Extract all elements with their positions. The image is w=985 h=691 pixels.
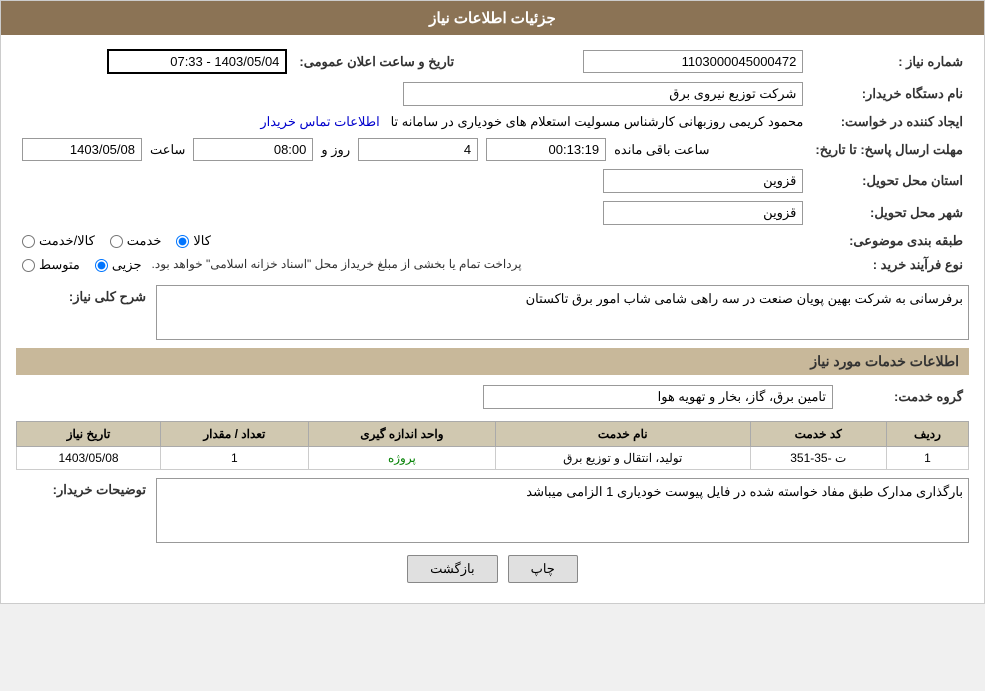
send-day-value: 4 [358,138,478,161]
creator-value: محمود کریمی روزبهانی کارشناس مسولیت استع… [391,114,804,129]
creator-label: ایجاد کننده در خواست: [809,110,969,134]
table-header: ردیف کد خدمت نام خدمت واحد اندازه گیری ت… [17,422,969,447]
row-creator: ایجاد کننده در خواست: محمود کریمی روزبها… [16,110,969,134]
cell-code-0: ت -35-351 [750,447,886,470]
col-date: تاریخ نیاز [17,422,161,447]
purchase-type-jozii[interactable]: جزیی [95,257,142,273]
cell-unit-0: پروژه [308,447,495,470]
send-date-row: 1403/05/08 ساعت 08:00 روز و 4 00:13:19 س… [22,138,803,161]
send-date-label: مهلت ارسال پاسخ: تا تاریخ: [809,134,969,165]
category-label: طبقه بندی موضوعی: [809,229,969,253]
purchase-type-label: نوع فرآیند خرید : [809,253,969,277]
back-button[interactable]: بازگشت [407,555,497,583]
buyer-notes-label: توضیحات خریدار: [16,478,146,498]
city-value: قزوین [603,201,803,225]
announce-value: 1403/05/04 - 07:33 [107,49,287,74]
remaining-value: 00:13:19 [486,138,606,161]
purchase-type-mutavasset[interactable]: متوسط [22,257,80,273]
row-service-group: گروه خدمت: تامین برق، گاز، بخار و تهویه … [16,381,969,413]
col-qty: تعداد / مقدار [161,422,309,447]
service-group-value: تامین برق، گاز، بخار و تهویه هوا [483,385,833,409]
send-day-label: روز و [321,142,350,158]
row-need-number: شماره نیاز : 1103000045000472 تاریخ و سا… [16,45,969,78]
buyer-station-label: نام دستگاه خریدار: [809,78,969,110]
category-option-khedmat[interactable]: خدمت [110,233,162,249]
need-number-value: 1103000045000472 [583,50,803,73]
description-section: شرح کلی نیاز: برفرسانی به شرکت بهین پویا… [16,285,969,340]
services-table: ردیف کد خدمت نام خدمت واحد اندازه گیری ت… [16,421,969,470]
page-title: جزئیات اطلاعات نیاز [429,10,556,27]
page-header: جزئیات اطلاعات نیاز [1,1,984,35]
purchase-type-radio-group: متوسط جزیی [22,257,142,273]
remaining-label: ساعت باقی مانده [614,142,709,158]
service-group-table: گروه خدمت: تامین برق، گاز، بخار و تهویه … [16,381,969,413]
row-city: شهر محل تحویل: قزوین [16,197,969,229]
col-unit: واحد اندازه گیری [308,422,495,447]
service-group-label: گروه خدمت: [839,381,969,413]
table-body: 1 ت -35-351 تولید، انتقال و توزیع برق پر… [17,447,969,470]
main-info-table: شماره نیاز : 1103000045000472 تاریخ و سا… [16,45,969,277]
purchase-type-note: پرداخت تمام یا بخشی از مبلغ خریداز محل "… [152,257,522,271]
cell-row-0: 1 [886,447,968,470]
category-radio-group: کالا/خدمت خدمت کالا [22,233,803,249]
cell-qty-0: 1 [161,447,309,470]
province-label: استان محل تحویل: [809,165,969,197]
button-row: چاپ بازگشت [16,555,969,583]
services-section-header: اطلاعات خدمات مورد نیاز [16,348,969,375]
table-header-row: ردیف کد خدمت نام خدمت واحد اندازه گیری ت… [17,422,969,447]
col-code: کد خدمت [750,422,886,447]
need-number-label: شماره نیاز : [809,45,969,78]
city-label: شهر محل تحویل: [809,197,969,229]
table-row: 1 ت -35-351 تولید، انتقال و توزیع برق پر… [17,447,969,470]
announce-label: تاریخ و ساعت اعلان عمومی: [293,45,474,78]
send-time-value: 08:00 [193,138,313,161]
description-value: برفرسانی به شرکت بهین پویان صنعت در سه ر… [156,285,969,340]
row-purchase-type: نوع فرآیند خرید : متوسط جزیی [16,253,969,277]
row-province: استان محل تحویل: قزوین [16,165,969,197]
send-date-value: 1403/05/08 [22,138,142,161]
province-value: قزوین [603,169,803,193]
row-send-date: مهلت ارسال پاسخ: تا تاریخ: 1403/05/08 سا… [16,134,969,165]
cell-date-0: 1403/05/08 [17,447,161,470]
category-option-kala-khedmat[interactable]: کالا/خدمت [22,233,95,249]
col-name: نام خدمت [496,422,750,447]
description-label: شرح کلی نیاز: [16,285,146,305]
category-option-kala[interactable]: کالا [176,233,211,249]
buyer-station-value: شرکت توزیع نیروی برق [403,82,803,106]
buyer-notes-value: بارگذاری مدارک طبق مفاد خواسته شده در فا… [156,478,969,543]
cell-name-0: تولید، انتقال و توزیع برق [496,447,750,470]
creator-link[interactable]: اطلاعات تماس خریدار [260,114,379,129]
buyer-notes-section: توضیحات خریدار: بارگذاری مدارک طبق مفاد … [16,478,969,543]
row-category: طبقه بندی موضوعی: کالا/خدمت خدمت کالا [16,229,969,253]
row-buyer-station: نام دستگاه خریدار: شرکت توزیع نیروی برق [16,78,969,110]
col-row: ردیف [886,422,968,447]
content-area: شماره نیاز : 1103000045000472 تاریخ و سا… [1,35,984,603]
print-button[interactable]: چاپ [508,555,578,583]
page-container: جزئیات اطلاعات نیاز شماره نیاز : 1103000… [0,0,985,604]
send-time-label: ساعت [150,142,185,158]
